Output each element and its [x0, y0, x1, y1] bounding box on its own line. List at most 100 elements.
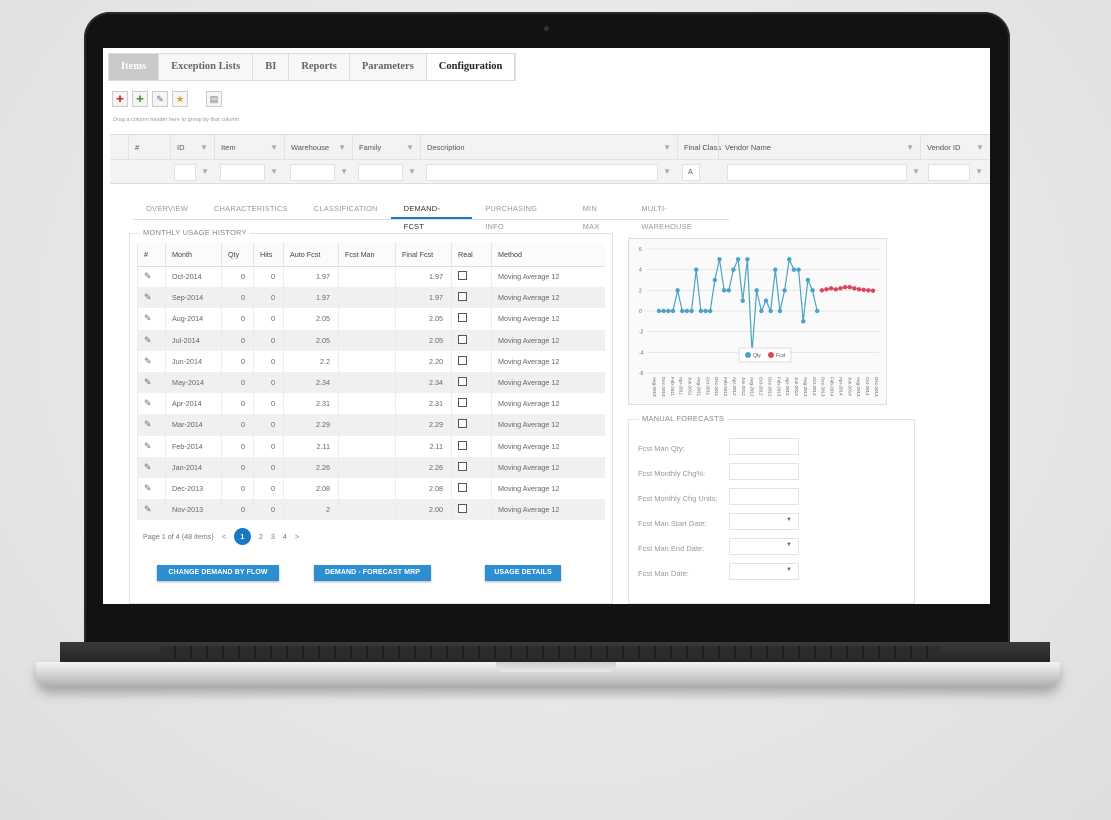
- qty-point[interactable]: [707, 308, 713, 314]
- filter-icon[interactable]: ▼: [200, 135, 208, 160]
- col-header[interactable]: Hits: [253, 243, 284, 267]
- qty-point[interactable]: [763, 298, 769, 303]
- fcst-point[interactable]: [870, 288, 876, 293]
- col-family[interactable]: Family ▼: [352, 135, 420, 160]
- filter-warehouse-input[interactable]: ▼: [290, 164, 348, 181]
- col-final-class[interactable]: Final Class: [677, 135, 722, 160]
- qty-point[interactable]: [796, 267, 801, 272]
- fcst-man-cell[interactable]: [338, 371, 396, 394]
- tab-characteristics[interactable]: CHARACTERISTICS: [201, 200, 301, 219]
- qty-point[interactable]: [740, 298, 745, 303]
- fcst-point[interactable]: [833, 287, 838, 292]
- edit-pencil-icon[interactable]: ✎: [137, 499, 166, 521]
- qty-point[interactable]: [656, 308, 662, 314]
- table-row[interactable]: ✎ Jun-2014 0 0 2.2 2.20 Moving Average 12: [137, 350, 605, 372]
- qty-point[interactable]: [754, 288, 759, 293]
- star-yellow-icon[interactable]: ★: [172, 91, 188, 107]
- real-checkbox[interactable]: [451, 435, 492, 457]
- pager-page-current[interactable]: 1: [233, 528, 251, 545]
- qty-point[interactable]: [731, 267, 736, 272]
- col-header[interactable]: Real: [451, 243, 492, 267]
- tab-configuration[interactable]: Configuration: [426, 54, 516, 80]
- qty-point[interactable]: [680, 308, 685, 314]
- filter-icon[interactable]: ▼: [906, 135, 914, 160]
- qty-point[interactable]: [712, 277, 718, 283]
- col-header[interactable]: Fcst Man: [338, 243, 396, 267]
- export-icon[interactable]: ▤: [206, 91, 222, 107]
- table-row[interactable]: ✎ Nov-2013 0 0 2 2.00 Moving Average 12: [137, 499, 605, 521]
- tab-multi-warehouse[interactable]: MULTI-WAREHOUSE: [628, 200, 729, 231]
- qty-point[interactable]: [666, 308, 671, 314]
- col-header[interactable]: Month: [165, 243, 222, 267]
- fcst-point[interactable]: [847, 285, 852, 290]
- qty-point[interactable]: [689, 308, 694, 314]
- fcst-point[interactable]: [852, 286, 857, 291]
- col-header[interactable]: Auto Fcst: [283, 243, 339, 267]
- fcst-point[interactable]: [838, 286, 843, 291]
- filter-icon[interactable]: ▼: [976, 135, 984, 160]
- filter-final-class-input[interactable]: A: [682, 164, 700, 181]
- table-row[interactable]: ✎ Jul-2014 0 0 2.05 2.05 Moving Average 12: [137, 329, 605, 351]
- qty-point[interactable]: [791, 267, 797, 272]
- edit-pencil-icon[interactable]: ✎: [137, 477, 166, 500]
- qty-point[interactable]: [703, 308, 708, 314]
- col-vendor-name[interactable]: Vendor Name ▼: [718, 135, 920, 160]
- qty-point[interactable]: [805, 277, 811, 283]
- real-checkbox[interactable]: [451, 287, 492, 309]
- tab-purchasing-info[interactable]: PURCHASING INFO: [472, 200, 569, 231]
- table-row[interactable]: ✎ Apr-2014 0 0 2.31 2.31 Moving Average 12: [137, 393, 605, 415]
- filter-description-input[interactable]: ▼: [426, 164, 671, 181]
- filter-family-input[interactable]: ▼: [358, 164, 416, 181]
- fcst-man-cell[interactable]: [338, 435, 396, 457]
- real-checkbox[interactable]: [451, 329, 492, 351]
- col-header[interactable]: #: [137, 243, 166, 267]
- fcst-end-date-select[interactable]: ▼: [729, 538, 799, 555]
- qty-point[interactable]: [721, 288, 727, 293]
- fcst-man-cell[interactable]: [338, 350, 396, 372]
- real-checkbox[interactable]: [451, 350, 492, 372]
- fcst-monthly-chg-pct-input[interactable]: [729, 463, 799, 480]
- real-checkbox[interactable]: [451, 414, 492, 436]
- fcst-point[interactable]: [828, 286, 834, 291]
- edit-pencil-icon[interactable]: ✎: [137, 350, 166, 372]
- qty-point[interactable]: [782, 288, 787, 293]
- col-description[interactable]: Description ▼: [420, 135, 677, 160]
- fcst-point[interactable]: [861, 287, 866, 293]
- fcst-man-cell[interactable]: [338, 329, 396, 351]
- qty-point[interactable]: [684, 308, 690, 314]
- change-demand-button[interactable]: CHANGE DEMAND BY FLOW: [157, 565, 279, 581]
- filter-icon[interactable]: ▼: [663, 135, 671, 160]
- col-warehouse[interactable]: Warehouse ▼: [284, 135, 352, 160]
- tab-bi[interactable]: BI: [253, 54, 290, 80]
- filter-vendor-id-input[interactable]: ▼: [928, 164, 983, 181]
- pager-page[interactable]: 2: [259, 532, 263, 541]
- fcst-man-cell[interactable]: [338, 266, 396, 288]
- col-item[interactable]: Item ▼: [214, 135, 284, 160]
- pager-next[interactable]: >: [295, 532, 299, 541]
- real-checkbox[interactable]: [451, 499, 492, 521]
- fcst-man-cell[interactable]: [338, 499, 396, 521]
- real-checkbox[interactable]: [451, 308, 492, 330]
- real-checkbox[interactable]: [451, 477, 492, 500]
- fcst-man-cell[interactable]: [338, 456, 396, 478]
- tab-items[interactable]: Items: [109, 54, 160, 80]
- table-row[interactable]: ✎ Sep-2014 0 0 1.97 1.97 Moving Average 12: [137, 287, 605, 309]
- qty-point[interactable]: [801, 319, 806, 324]
- col-vendor-id[interactable]: Vendor ID ▼: [920, 135, 990, 160]
- qty-point[interactable]: [698, 308, 704, 314]
- col-num[interactable]: #: [128, 135, 170, 160]
- qty-point[interactable]: [787, 257, 792, 262]
- filter-item-input[interactable]: ▼: [220, 164, 278, 181]
- fcst-man-cell[interactable]: [338, 287, 396, 309]
- edit-pencil-icon[interactable]: ✎: [137, 435, 166, 457]
- edit-pencil-icon[interactable]: ✎: [137, 329, 166, 351]
- qty-point[interactable]: [773, 267, 778, 272]
- fcst-man-cell[interactable]: [338, 477, 396, 500]
- qty-point[interactable]: [670, 308, 676, 314]
- real-checkbox[interactable]: [451, 266, 492, 288]
- fcst-man-date-select[interactable]: ▼: [729, 563, 799, 580]
- col-header[interactable]: Qty: [221, 243, 254, 267]
- filter-id-input[interactable]: ▼: [174, 164, 209, 181]
- fcst-start-date-select[interactable]: ▼: [729, 513, 799, 530]
- qty-point[interactable]: [759, 308, 764, 314]
